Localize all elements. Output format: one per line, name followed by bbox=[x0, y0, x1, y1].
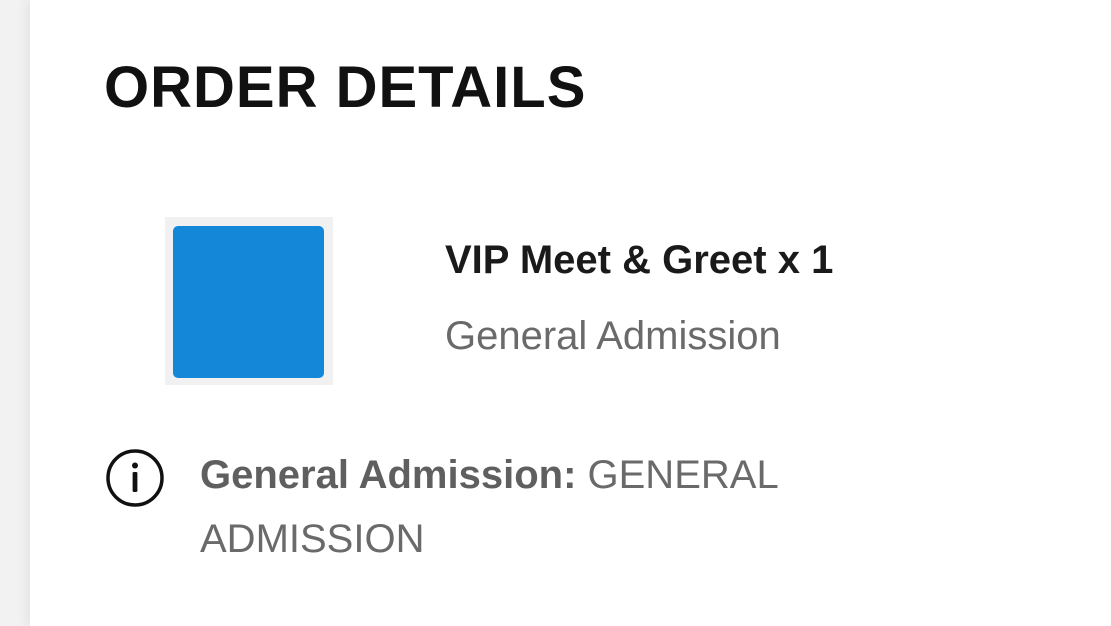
item-variant: General Admission bbox=[445, 314, 781, 358]
info-circle-icon bbox=[106, 449, 164, 507]
item-name: VIP Meet & Greet x 1 bbox=[445, 238, 834, 282]
item-thumbnail bbox=[173, 226, 324, 378]
item-thumbnail-frame bbox=[165, 217, 333, 385]
admission-info-text: General Admission: GENERAL ADMISSION bbox=[200, 443, 960, 571]
admission-info-label: General Admission: bbox=[200, 453, 577, 497]
order-details-card: ORDER DETAILS VIP Meet & Greet x 1 Gener… bbox=[30, 0, 1111, 626]
section-title: ORDER DETAILS bbox=[104, 55, 587, 120]
page: ORDER DETAILS VIP Meet & Greet x 1 Gener… bbox=[0, 0, 1111, 626]
